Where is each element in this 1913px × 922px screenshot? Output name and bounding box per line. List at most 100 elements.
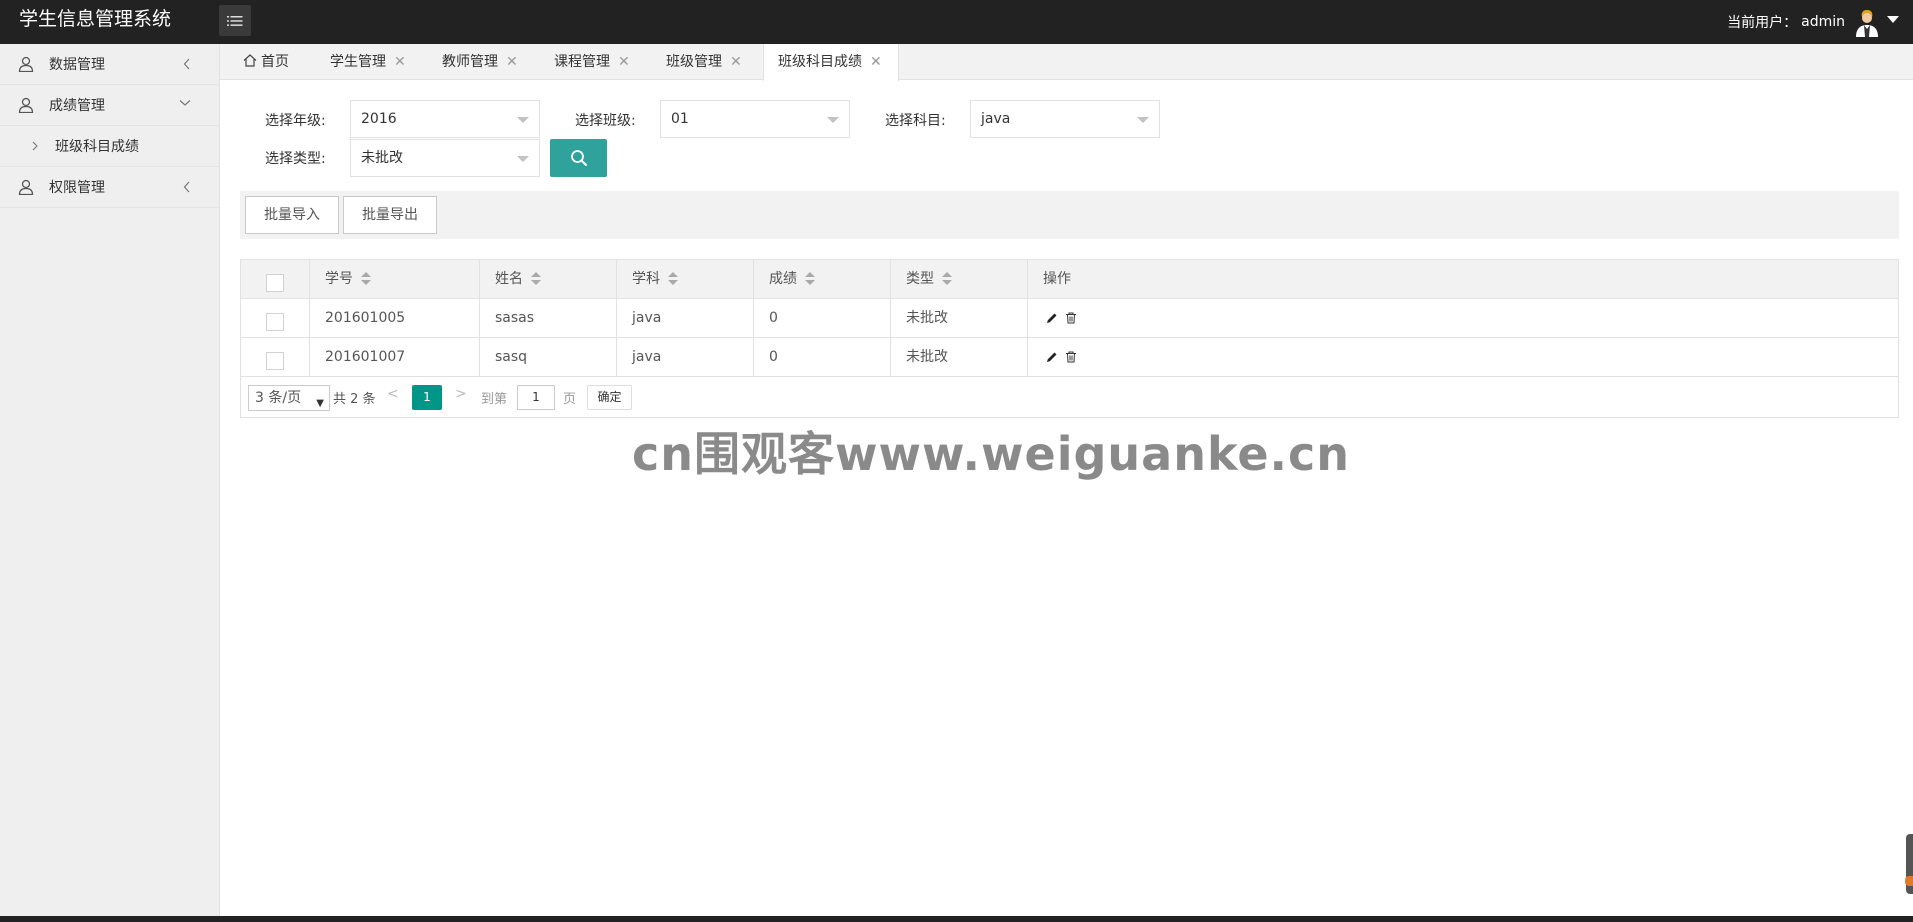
goto-label: 到第 [481,392,508,407]
chevron-down-icon [179,100,191,106]
sort-icon[interactable] [942,272,952,286]
header-cell-score[interactable]: 成绩 [754,260,891,299]
search-icon [570,150,587,166]
sort-icon[interactable] [531,272,541,286]
avatar[interactable] [1853,7,1881,37]
score-table: 学号 姓名 学科 成绩 类型 操作 201601005 sasas java 0… [240,259,1899,418]
row-checkbox[interactable] [266,352,284,370]
current-page-button[interactable]: 1 [412,385,442,410]
tab-label: 课程管理 [554,54,610,70]
table-header-row: 学号 姓名 学科 成绩 类型 操作 [241,260,1898,299]
table-row: 201601005 sasas java 0 未批改 [241,299,1898,338]
cell-id: 201601005 [310,299,480,338]
tab-course-management[interactable]: 课程管理 ✕ [554,44,630,80]
delete-trash-icon[interactable] [1065,312,1077,324]
tab-teacher-management[interactable]: 教师管理 ✕ [442,44,518,80]
cell-name: sasas [480,299,617,338]
caret-down-icon [1137,117,1149,123]
total-count: 共 2 条 [333,392,376,407]
cell-actions [1028,338,1898,377]
chevron-left-icon [183,58,190,70]
sort-icon[interactable] [361,272,371,286]
top-header: 学生信息管理系统 当前用户： admin [0,0,1913,44]
batch-export-button[interactable]: 批量导出 [343,196,437,234]
edit-pencil-icon[interactable] [1046,351,1058,363]
column-header-label: 学科 [632,271,660,287]
sort-icon[interactable] [668,272,678,286]
goto-confirm-button[interactable]: 确定 [587,385,632,410]
subject-select[interactable]: java [970,100,1160,138]
user-menu-caret-icon[interactable] [1887,15,1899,23]
pagination: 3 条/页 ▼ 共 2 条 < 1 > 到第 1 页 确定 [241,377,1898,417]
close-icon[interactable]: ✕ [394,54,406,70]
user-icon [18,97,34,113]
select-all-checkbox[interactable] [266,274,284,292]
subject-select-value: java [981,111,1011,127]
sort-icon[interactable] [805,272,815,286]
cell-id: 201601007 [310,338,480,377]
home-icon [243,54,257,67]
close-icon[interactable]: ✕ [618,54,630,70]
sidebar-item-label: 权限管理 [49,180,105,196]
row-checkbox[interactable] [266,313,284,331]
column-header-label: 操作 [1043,271,1071,287]
cell-score: 0 [754,338,891,377]
column-header-label: 学号 [325,271,353,287]
header-cell-name[interactable]: 姓名 [480,260,617,299]
tab-student-management[interactable]: 学生管理 ✕ [330,44,406,80]
sidebar-item-data-management[interactable]: 数据管理 [0,44,219,85]
batch-import-button[interactable]: 批量导入 [245,196,339,234]
grade-select[interactable]: 2016 [350,100,540,138]
search-button[interactable] [550,139,607,177]
caret-down-icon [827,117,839,123]
type-select[interactable]: 未批改 [350,139,540,177]
class-select-value: 01 [671,111,689,127]
sidebar-item-permission-management[interactable]: 权限管理 [0,167,219,208]
edit-pencil-icon[interactable] [1046,312,1058,324]
page-unit-label: 页 [563,392,577,407]
tab-class-subject-scores[interactable]: 班级科目成绩 ✕ [763,44,899,81]
per-page-value: 3 条/页 [255,390,302,406]
tab-home[interactable]: 首页 [243,44,289,80]
close-icon[interactable]: ✕ [506,54,518,70]
close-icon[interactable]: ✕ [870,54,882,70]
cell-subject: java [617,299,754,338]
cell-score: 0 [754,299,891,338]
side-indicator-dot [1905,876,1913,886]
cell-actions [1028,299,1898,338]
subject-label: 选择科目: [885,113,946,129]
class-label: 选择班级: [575,113,636,129]
chevron-left-icon [183,181,190,193]
menu-toggle-button[interactable] [219,5,251,36]
per-page-select[interactable]: 3 条/页 ▼ [248,385,330,411]
menu-icon [227,15,243,26]
prev-page-icon[interactable]: < [387,386,399,402]
header-checkbox-cell [241,260,310,299]
tab-label: 学生管理 [330,54,386,70]
grade-select-value: 2016 [361,111,397,127]
class-select[interactable]: 01 [660,100,850,138]
sidebar-item-score-management[interactable]: 成绩管理 [0,85,219,126]
current-user-name[interactable]: admin [1801,14,1845,30]
current-user-label: 当前用户： [1727,15,1798,31]
row-checkbox-cell [241,299,310,338]
header-cell-id[interactable]: 学号 [310,260,480,299]
delete-trash-icon[interactable] [1065,351,1077,363]
header-cell-subject[interactable]: 学科 [617,260,754,299]
goto-page-input[interactable]: 1 [517,385,555,410]
chevron-down-icon: ▼ [316,398,324,409]
chevron-right-icon [32,141,38,151]
next-page-icon[interactable]: > [455,386,467,402]
tab-label: 首页 [261,54,289,70]
cell-subject: java [617,338,754,377]
user-area: 当前用户： admin [1727,0,1899,44]
sidebar-subitem-class-subject-scores[interactable]: 班级科目成绩 [0,126,219,167]
grade-label: 选择年级: [265,113,326,129]
bottom-bar [0,916,1913,922]
sidebar: 数据管理 成绩管理 班级科目成绩 权限管理 [0,44,220,916]
column-header-label: 类型 [906,271,934,287]
tab-class-management[interactable]: 班级管理 ✕ [666,44,742,80]
header-cell-type[interactable]: 类型 [891,260,1028,299]
sidebar-item-label: 数据管理 [49,57,105,73]
close-icon[interactable]: ✕ [730,54,742,70]
